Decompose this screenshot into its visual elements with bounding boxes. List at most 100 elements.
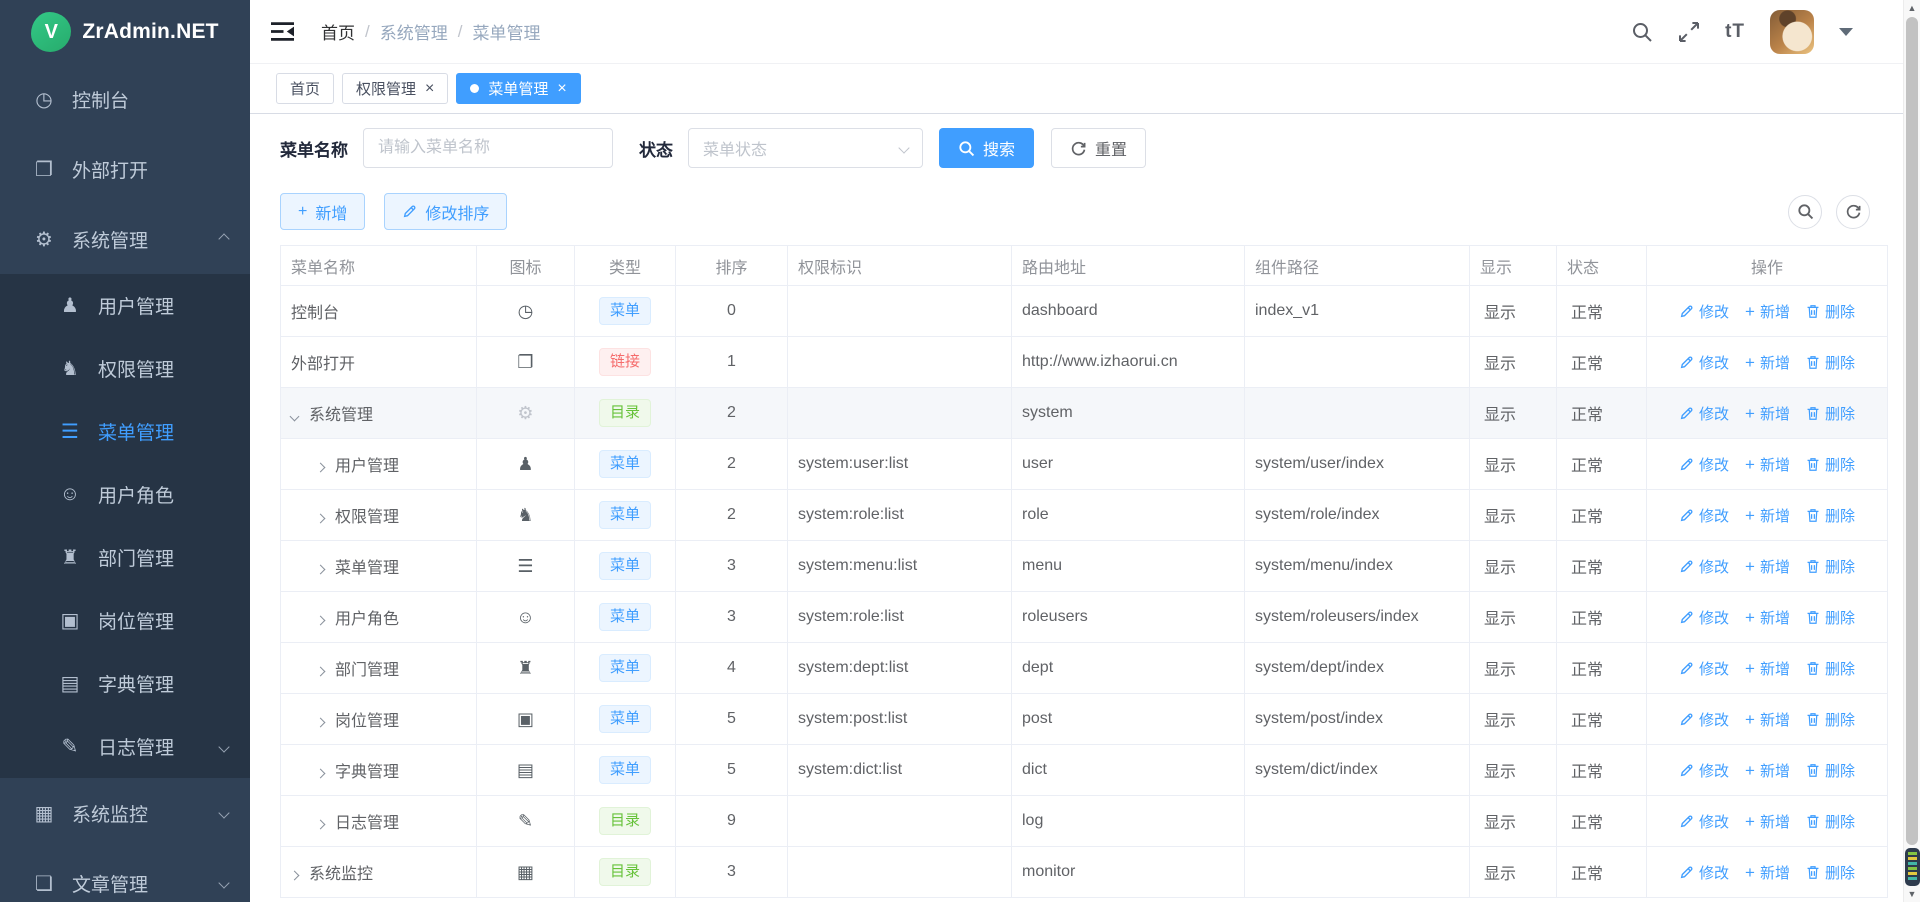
add-row-button[interactable]: +新增 — [1745, 454, 1790, 475]
delete-row-button[interactable]: 删除 — [1806, 658, 1855, 679]
reset-button[interactable]: 重置 — [1051, 128, 1146, 168]
visible-cell: 显示 — [1470, 286, 1557, 337]
delete-row-button[interactable]: 删除 — [1806, 352, 1855, 373]
sidebar-item-article[interactable]: ❏文章管理 — [0, 848, 250, 902]
edit-row-button[interactable]: 修改 — [1679, 352, 1729, 373]
pencil-icon — [1679, 661, 1694, 676]
add-row-button[interactable]: +新增 — [1745, 862, 1790, 883]
edit-row-button[interactable]: 修改 — [1679, 301, 1729, 322]
scrollbar-thumb[interactable] — [1906, 17, 1918, 845]
edit-row-button[interactable]: 修改 — [1679, 760, 1729, 781]
sidebar-fold-button[interactable] — [270, 21, 295, 42]
add-menu-button[interactable]: + 新增 — [280, 193, 365, 230]
menu-name-cell: 用户角色 — [281, 592, 477, 643]
status-cell: 正常 — [1557, 694, 1647, 745]
add-row-button[interactable]: +新增 — [1745, 709, 1790, 730]
menu-name-input[interactable] — [363, 128, 613, 168]
scroll-down-arrow-icon[interactable]: ▼ — [1904, 889, 1920, 899]
sidebar-item-monitor[interactable]: ▦系统监控 — [0, 778, 250, 848]
caret-down-icon[interactable] — [1839, 28, 1853, 36]
trash-icon — [1806, 508, 1820, 523]
add-row-button[interactable]: +新增 — [1745, 556, 1790, 577]
tab-item[interactable]: 首页 — [276, 73, 334, 104]
sidebar-item-gear[interactable]: ⚙系统管理 — [0, 204, 250, 274]
delete-row-button[interactable]: 删除 — [1806, 454, 1855, 475]
add-row-button[interactable]: +新增 — [1745, 403, 1790, 424]
close-icon[interactable]: × — [557, 81, 566, 97]
search-button[interactable]: 搜索 — [939, 128, 1034, 168]
app-logo[interactable]: V ZrAdmin.NET — [0, 0, 250, 64]
actions-cell: 修改 +新增删除 — [1647, 439, 1888, 490]
edit-row-button[interactable]: 修改 — [1679, 556, 1729, 577]
user-avatar[interactable] — [1770, 10, 1814, 54]
expand-row-icon[interactable] — [290, 871, 300, 881]
menu-name: 菜单管理 — [335, 560, 399, 577]
add-row-button[interactable]: +新增 — [1745, 811, 1790, 832]
expand-row-icon[interactable] — [316, 769, 326, 779]
edit-row-button[interactable]: 修改 — [1679, 505, 1729, 526]
delete-row-button[interactable]: 删除 — [1806, 811, 1855, 832]
edit-row-button[interactable]: 修改 — [1679, 862, 1729, 883]
add-row-button[interactable]: +新增 — [1745, 607, 1790, 628]
add-row-button[interactable]: +新增 — [1745, 301, 1790, 322]
icon-cell: ☺ — [477, 592, 575, 643]
sidebar-item-log[interactable]: ✎日志管理 — [0, 715, 250, 778]
menu-name: 权限管理 — [335, 509, 399, 526]
expand-row-icon[interactable] — [316, 463, 326, 473]
sidebar-item-user[interactable]: ♟用户管理 — [0, 274, 250, 337]
delete-row-button[interactable]: 删除 — [1806, 607, 1855, 628]
sidebar-item-robot[interactable]: ☺用户角色 — [0, 463, 250, 526]
monitor-icon: ▦ — [517, 862, 534, 882]
delete-row-button[interactable]: 删除 — [1806, 862, 1855, 883]
expand-row-icon[interactable] — [316, 718, 326, 728]
expand-row-icon[interactable] — [316, 514, 326, 524]
sidebar-item-badge[interactable]: ▣岗位管理 — [0, 589, 250, 652]
sidebar-item-users[interactable]: ♞权限管理 — [0, 337, 250, 400]
scroll-up-arrow-icon[interactable]: ▲ — [1904, 3, 1920, 13]
add-row-button[interactable]: +新增 — [1745, 352, 1790, 373]
delete-row-button[interactable]: 删除 — [1806, 301, 1855, 322]
expand-row-icon[interactable] — [316, 616, 326, 626]
sidebar-item-dashboard[interactable]: ◷控制台 — [0, 64, 250, 134]
tab-item[interactable]: 菜单管理× — [456, 73, 580, 104]
delete-row-button[interactable]: 删除 — [1806, 505, 1855, 526]
add-row-button[interactable]: +新增 — [1745, 505, 1790, 526]
visible-cell: 显示 — [1470, 796, 1557, 847]
font-size-icon[interactable]: tT — [1725, 21, 1745, 43]
add-row-button[interactable]: +新增 — [1745, 658, 1790, 679]
sidebar-item-external-link[interactable]: ❐外部打开 — [0, 134, 250, 204]
sidebar-item-dict[interactable]: ▤字典管理 — [0, 652, 250, 715]
delete-row-button[interactable]: 删除 — [1806, 403, 1855, 424]
expand-row-icon[interactable] — [316, 667, 326, 677]
sidebar-item-org[interactable]: ♜部门管理 — [0, 526, 250, 589]
sidebar-item-menu-tree[interactable]: ☰菜单管理 — [0, 400, 250, 463]
status-select[interactable]: 菜单状态 — [688, 128, 923, 168]
add-row-button[interactable]: +新增 — [1745, 760, 1790, 781]
edit-row-button[interactable]: 修改 — [1679, 811, 1729, 832]
expand-row-icon[interactable] — [316, 565, 326, 575]
table-refresh-button[interactable] — [1836, 195, 1870, 229]
collapse-row-icon[interactable] — [290, 412, 300, 422]
breadcrumb-item[interactable]: 首页 — [321, 19, 355, 44]
edit-row-button[interactable]: 修改 — [1679, 403, 1729, 424]
type-badge: 菜单 — [599, 603, 651, 631]
delete-row-button[interactable]: 删除 — [1806, 760, 1855, 781]
edit-sort-button[interactable]: 修改排序 — [384, 193, 507, 230]
table-search-button[interactable] — [1788, 195, 1822, 229]
menu-name: 部门管理 — [335, 662, 399, 679]
breadcrumb-item[interactable]: 菜单管理 — [472, 19, 540, 44]
edit-row-button[interactable]: 修改 — [1679, 454, 1729, 475]
tab-item[interactable]: 权限管理× — [342, 73, 448, 104]
edit-row-button[interactable]: 修改 — [1679, 658, 1729, 679]
fullscreen-icon[interactable] — [1678, 21, 1700, 43]
monitor-icon: ▦ — [30, 801, 58, 826]
close-icon[interactable]: × — [425, 81, 434, 97]
breadcrumb-item[interactable]: 系统管理 — [380, 19, 448, 44]
edit-row-button[interactable]: 修改 — [1679, 607, 1729, 628]
delete-row-button[interactable]: 删除 — [1806, 709, 1855, 730]
delete-row-button[interactable]: 删除 — [1806, 556, 1855, 577]
edit-row-button[interactable]: 修改 — [1679, 709, 1729, 730]
trash-icon — [1806, 355, 1820, 370]
search-icon[interactable] — [1631, 21, 1653, 43]
expand-row-icon[interactable] — [316, 820, 326, 830]
